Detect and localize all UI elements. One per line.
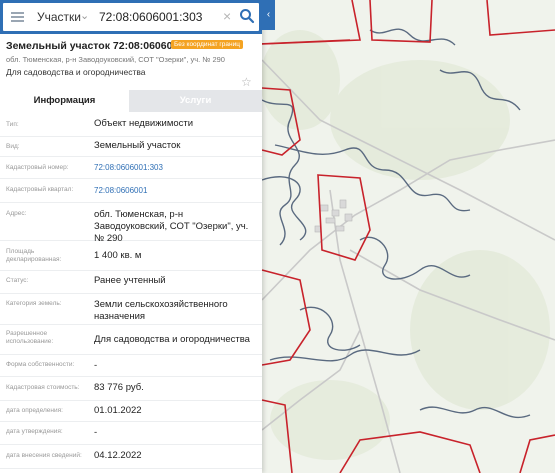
row-label: Кадастровый номер: xyxy=(6,164,69,171)
chevron-down-icon[interactable]: ⌄ xyxy=(80,9,89,22)
hamburger-icon[interactable] xyxy=(11,12,24,22)
close-icon[interactable]: × xyxy=(223,8,231,24)
row-value: Земли сельскохозяйственного назначения xyxy=(94,299,228,322)
row-value: Для садоводства и огородничества xyxy=(94,334,250,345)
row-label: Форма собственности: xyxy=(6,361,75,368)
search-type-select[interactable]: Участки xyxy=(37,10,81,24)
star-icon[interactable]: ☆ xyxy=(241,75,252,89)
row-label: Адрес: xyxy=(6,210,27,217)
row-label: Тип: xyxy=(6,121,19,128)
search-input[interactable]: 72:08:0606001:303 xyxy=(99,10,202,24)
table-row: Разрешенное использование: Для садоводств… xyxy=(0,324,262,355)
row-value: 83 776 руб. xyxy=(94,382,144,393)
row-label: Кадастровый квартал: xyxy=(6,186,74,193)
table-row: дата применения:01.01.2023 xyxy=(0,468,262,473)
row-label: дата определения: xyxy=(6,407,63,414)
row-label: Вид: xyxy=(6,143,20,150)
row-value-link[interactable]: 72:08:0606001 xyxy=(94,185,258,197)
row-value: - xyxy=(94,427,98,438)
search-icon[interactable] xyxy=(239,8,255,24)
object-header: Земельный участок 72:08:0606001:303 Без … xyxy=(0,34,262,90)
table-row: Статус: Ранее учтенный xyxy=(0,270,262,294)
row-value: 1 400 кв. м xyxy=(94,250,142,261)
table-row: дата утверждения: - xyxy=(0,421,262,445)
chevron-left-icon[interactable]: ‹ xyxy=(262,0,275,30)
info-panel: Участки ⌄ 72:08:0606001:303 × Земельный … xyxy=(0,0,262,473)
row-value: Объект недвижимости xyxy=(94,118,194,129)
row-label: Разрешенное использование: xyxy=(6,330,54,345)
tab-bar: Информация Услуги xyxy=(0,90,262,112)
table-row: Категория земель: Земли сельскохозяйствен… xyxy=(0,293,262,325)
table-row: Кадастровый квартал: 72:08:0606001 xyxy=(0,178,262,203)
table-row: Адрес: обл. Тюменская, р-н Заводоуковский… xyxy=(0,202,262,244)
row-label: Площадь декларированная: xyxy=(6,248,62,263)
row-label: дата утверждения: xyxy=(6,428,63,435)
search-bar: Участки ⌄ 72:08:0606001:303 × xyxy=(0,0,262,34)
tab-services[interactable]: Услуги xyxy=(129,90,262,112)
table-row: Форма собственности: - xyxy=(0,354,262,377)
no-borders-badge: Без координат границ xyxy=(171,40,243,49)
row-value: Ранее учтенный xyxy=(94,275,166,286)
row-value-link[interactable]: 72:08:0606001:303 xyxy=(94,162,258,174)
row-label: Категория земель: xyxy=(6,300,62,307)
table-row: Вид: Земельный участок xyxy=(0,136,262,157)
row-label: Кадастровая стоимость: xyxy=(6,384,80,391)
row-value: Земельный участок xyxy=(94,140,181,151)
row-label: Статус: xyxy=(6,277,29,284)
table-row: Кадастровая стоимость: 83 776 руб. xyxy=(0,376,262,401)
search-box: Участки ⌄ 72:08:0606001:303 × xyxy=(3,3,259,31)
object-permitted-use: Для садоводства и огородничества xyxy=(6,67,146,77)
tab-information[interactable]: Информация xyxy=(0,90,129,112)
table-row: дата внесения сведений: 04.12.2022 xyxy=(0,444,262,469)
row-value: 04.12.2022 xyxy=(94,450,142,461)
row-label: дата внесения сведений: xyxy=(6,452,82,459)
table-row: Площадь декларированная: 1 400 кв. м xyxy=(0,240,262,271)
row-value: - xyxy=(94,360,98,371)
table-row: Тип: Объект недвижимости xyxy=(0,112,262,137)
table-row: дата определения: 01.01.2022 xyxy=(0,400,262,422)
table-row: Кадастровый номер: 72:08:0606001:303 xyxy=(0,156,262,179)
row-value: 01.01.2022 xyxy=(94,405,142,416)
object-address: обл. Тюменская, р-н Заводоуковский, СОТ … xyxy=(6,55,225,64)
